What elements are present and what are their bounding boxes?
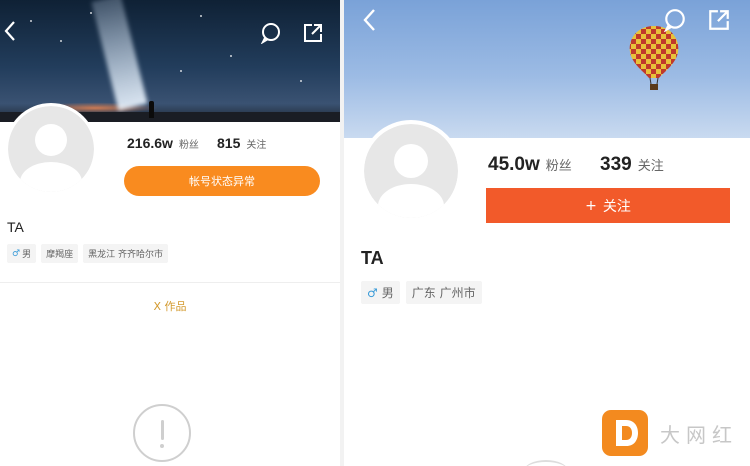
share-icon bbox=[709, 10, 729, 30]
silhouette-figure bbox=[149, 101, 154, 118]
gender-tag: ♂ 男 bbox=[361, 281, 400, 304]
profile-tags: ♂ 男 广东 广州市 bbox=[361, 281, 482, 304]
plus-icon: + bbox=[585, 197, 597, 214]
followers-stat[interactable]: 216.6w 粉丝 bbox=[127, 135, 199, 151]
light-beam bbox=[91, 0, 148, 111]
back-chevron-icon bbox=[363, 9, 375, 31]
following-label: 关注 bbox=[637, 159, 664, 174]
works-tab[interactable]: X 作品 bbox=[0, 298, 340, 314]
profile-screen-left: 216.6w 粉丝 815 关注 帐号状态异常 TA ♂ 男 摩羯座 黑龙江 齐… bbox=[0, 0, 340, 466]
back-button[interactable] bbox=[358, 6, 380, 34]
back-chevron-icon bbox=[4, 21, 15, 41]
warning-icon bbox=[133, 404, 191, 462]
following-count: 339 bbox=[600, 154, 632, 175]
account-status-button[interactable]: 帐号状态异常 bbox=[124, 166, 320, 196]
male-symbol-icon: ♂ bbox=[12, 248, 21, 259]
share-button[interactable] bbox=[300, 20, 326, 46]
divider bbox=[0, 282, 340, 283]
followers-stat[interactable]: 45.0w 粉丝 bbox=[488, 154, 572, 176]
followers-count: 216.6w bbox=[127, 135, 173, 151]
followers-label: 粉丝 bbox=[545, 159, 572, 174]
avatar[interactable] bbox=[360, 120, 462, 222]
follow-label: 关注 bbox=[602, 198, 631, 215]
followers-label: 粉丝 bbox=[178, 140, 199, 151]
profile-screen-right: 45.0w 粉丝 339 关注 + 关注 TA ♂ 男 广东 广州市 大网红 bbox=[344, 0, 750, 466]
following-count: 815 bbox=[217, 135, 241, 151]
back-button[interactable] bbox=[0, 16, 20, 46]
following-stat[interactable]: 339 关注 bbox=[600, 154, 664, 176]
watermark: 大网红 bbox=[602, 410, 738, 456]
following-label: 关注 bbox=[246, 140, 267, 151]
profile-tags: ♂ 男 摩羯座 黑龙江 齐齐哈尔市 bbox=[7, 244, 168, 263]
location-tag: 广东 广州市 bbox=[405, 281, 482, 304]
gender-tag: ♂ 男 bbox=[7, 244, 37, 263]
location-tag: 黑龙江 齐齐哈尔市 bbox=[83, 244, 168, 263]
share-button[interactable] bbox=[706, 7, 732, 33]
watermark-logo bbox=[602, 410, 648, 456]
chat-bubble-icon bbox=[663, 9, 685, 32]
zodiac-tag: 摩羯座 bbox=[41, 244, 79, 263]
profile-name: TA bbox=[7, 219, 24, 235]
profile-name: TA bbox=[361, 248, 384, 268]
profile-banner bbox=[344, 0, 750, 138]
loading-indicator bbox=[524, 460, 568, 466]
watermark-text: 大网红 bbox=[660, 422, 738, 447]
follow-button[interactable]: + 关注 bbox=[486, 188, 730, 223]
chat-button[interactable] bbox=[258, 20, 284, 46]
hot-air-balloon bbox=[629, 26, 679, 90]
share-icon bbox=[304, 24, 322, 42]
avatar[interactable] bbox=[5, 103, 97, 195]
following-stat[interactable]: 815 关注 bbox=[217, 135, 266, 151]
male-symbol-icon: ♂ bbox=[367, 285, 378, 300]
chat-button[interactable] bbox=[662, 7, 688, 33]
chat-bubble-icon bbox=[260, 23, 280, 44]
followers-count: 45.0w bbox=[488, 154, 540, 175]
